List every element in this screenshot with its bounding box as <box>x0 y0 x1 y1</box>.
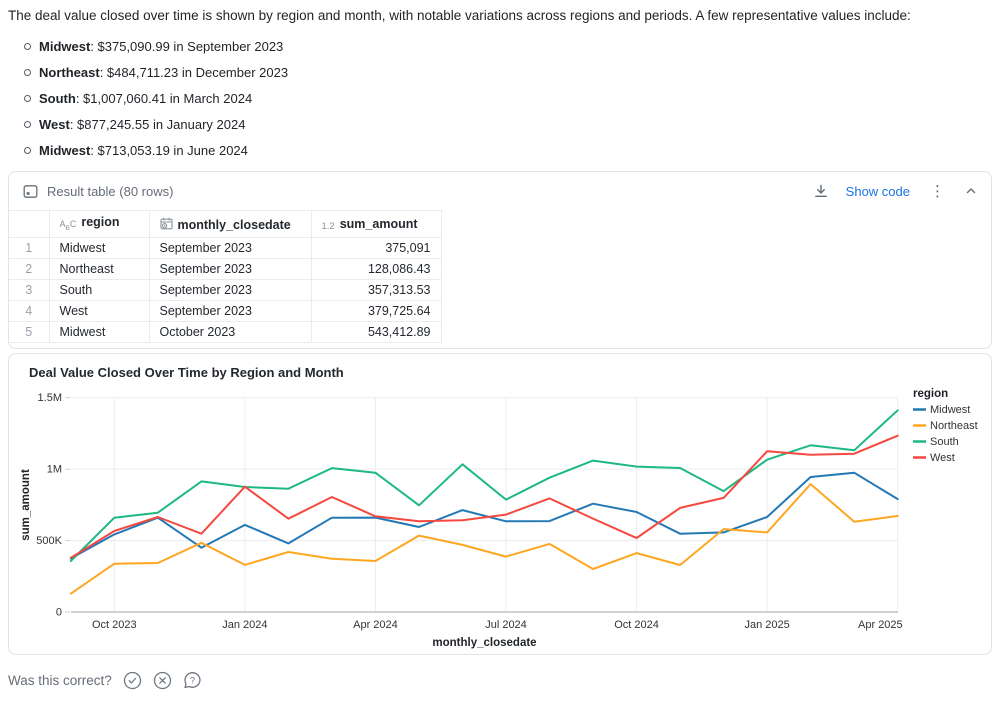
table-cell: October 2023 <box>149 322 311 343</box>
table-cell: 357,313.53 <box>311 280 441 301</box>
series-line-northeast <box>71 484 898 594</box>
table-cell: 128,086.43 <box>311 259 441 280</box>
show-code-button[interactable]: Show code <box>846 184 910 199</box>
summary-bullet: Northeast: $484,711.23 in December 2023 <box>24 65 988 80</box>
y-tick-label: 1M <box>47 464 62 476</box>
table-row: 4WestSeptember 2023379,725.64 <box>9 301 441 322</box>
chart-title: Deal Value Closed Over Time by Region an… <box>29 365 344 380</box>
legend-item-northeast[interactable]: Northeast <box>913 420 978 432</box>
column-header-region[interactable]: ABCregion <box>49 211 149 238</box>
svg-text:Northeast: Northeast <box>930 420 978 432</box>
y-tick-label: 0 <box>56 607 62 619</box>
download-icon[interactable] <box>814 184 828 198</box>
table-cell: Northeast <box>49 259 149 280</box>
column-header-monthly_closedate[interactable]: monthly_closedate <box>149 211 311 238</box>
column-header-sum_amount[interactable]: 1.2sum_amount <box>311 211 441 238</box>
x-tick-label: Jan 2024 <box>222 619 267 631</box>
table-cell: 5 <box>9 322 49 343</box>
chart-svg: Deal Value Closed Over Time by Region an… <box>9 355 991 655</box>
x-tick-label: Apr 2025 <box>858 619 903 631</box>
y-tick-label: 1.5M <box>38 392 62 404</box>
summary-bullet: Midwest: $375,090.99 in September 2023 <box>24 39 988 54</box>
table-cell: Midwest <box>49 238 149 259</box>
x-tick-label: Jan 2025 <box>744 619 789 631</box>
comment-question-icon[interactable]: ? <box>183 671 202 690</box>
x-tick-label: Oct 2024 <box>614 619 659 631</box>
table-cell: 3 <box>9 280 49 301</box>
summary-bullets: Midwest: $375,090.99 in September 2023 No… <box>8 39 988 158</box>
result-table: ABCregionmonthly_closedate1.2sum_amount … <box>9 210 442 343</box>
table-header-row: ABCregionmonthly_closedate1.2sum_amount <box>9 211 441 238</box>
result-table-card: Result table (80 rows) Show code ⋮ ABCre… <box>8 171 992 349</box>
text-type-icon: ABC <box>60 220 77 233</box>
summary-bullet: West: $877,245.55 in January 2024 <box>24 117 988 132</box>
chevron-up-icon[interactable] <box>965 185 977 197</box>
x-circle-icon[interactable] <box>153 671 172 690</box>
table-cell: September 2023 <box>149 301 311 322</box>
table-row: 3SouthSeptember 2023357,313.53 <box>9 280 441 301</box>
y-axis-title: sum_amount <box>20 469 32 541</box>
calendar-type-icon <box>160 217 173 230</box>
table-cell: 2 <box>9 259 49 280</box>
table-cell: South <box>49 280 149 301</box>
svg-text:South: South <box>930 436 959 448</box>
summary-bullet: South: $1,007,060.41 in March 2024 <box>24 91 988 106</box>
svg-text:Midwest: Midwest <box>930 404 970 416</box>
feedback-bar: Was this correct? ? <box>8 671 992 690</box>
series-line-south <box>71 410 898 561</box>
table-cell: Midwest <box>49 322 149 343</box>
summary-bullet: Midwest: $713,053.19 in June 2024 <box>24 143 988 158</box>
series-line-west <box>71 436 898 558</box>
kebab-menu-icon[interactable]: ⋮ <box>928 184 947 199</box>
svg-text:West: West <box>930 452 955 464</box>
svg-text:?: ? <box>190 675 195 685</box>
feedback-question: Was this correct? <box>8 673 112 688</box>
chart-card: Deal Value Closed Over Time by Region an… <box>8 353 992 655</box>
number-type-icon: 1.2 <box>322 221 335 232</box>
row-number-header <box>9 211 49 238</box>
table-cell: West <box>49 301 149 322</box>
check-circle-icon[interactable] <box>123 671 142 690</box>
x-tick-label: Jul 2024 <box>485 619 527 631</box>
table-cell: September 2023 <box>149 259 311 280</box>
x-tick-label: Oct 2023 <box>92 619 137 631</box>
result-table-header: Result table (80 rows) Show code ⋮ <box>9 172 991 210</box>
table-cell: September 2023 <box>149 238 311 259</box>
legend-item-west[interactable]: West <box>913 452 955 464</box>
table-row: 1MidwestSeptember 2023375,091 <box>9 238 441 259</box>
summary-paragraph: The deal value closed over time is shown… <box>8 8 988 23</box>
table-cell: 543,412.89 <box>311 322 441 343</box>
table-row: 2NortheastSeptember 2023128,086.43 <box>9 259 441 280</box>
table-cell: September 2023 <box>149 280 311 301</box>
table-cell: 1 <box>9 238 49 259</box>
x-axis-title: monthly_closedate <box>432 637 536 649</box>
x-tick-label: Apr 2024 <box>353 619 398 631</box>
summary-text: The deal value closed over time is shown… <box>0 0 1000 171</box>
table-cell: 375,091 <box>311 238 441 259</box>
legend-item-south[interactable]: South <box>913 436 959 448</box>
table-cell: 379,725.64 <box>311 301 441 322</box>
legend-title: region <box>913 388 948 400</box>
table-cell: 4 <box>9 301 49 322</box>
table-row: 5MidwestOctober 2023543,412.89 <box>9 322 441 343</box>
legend-item-midwest[interactable]: Midwest <box>913 404 970 416</box>
result-table-icon <box>23 184 38 199</box>
y-tick-label: 500K <box>36 535 62 547</box>
result-table-title: Result table (80 rows) <box>47 184 173 199</box>
